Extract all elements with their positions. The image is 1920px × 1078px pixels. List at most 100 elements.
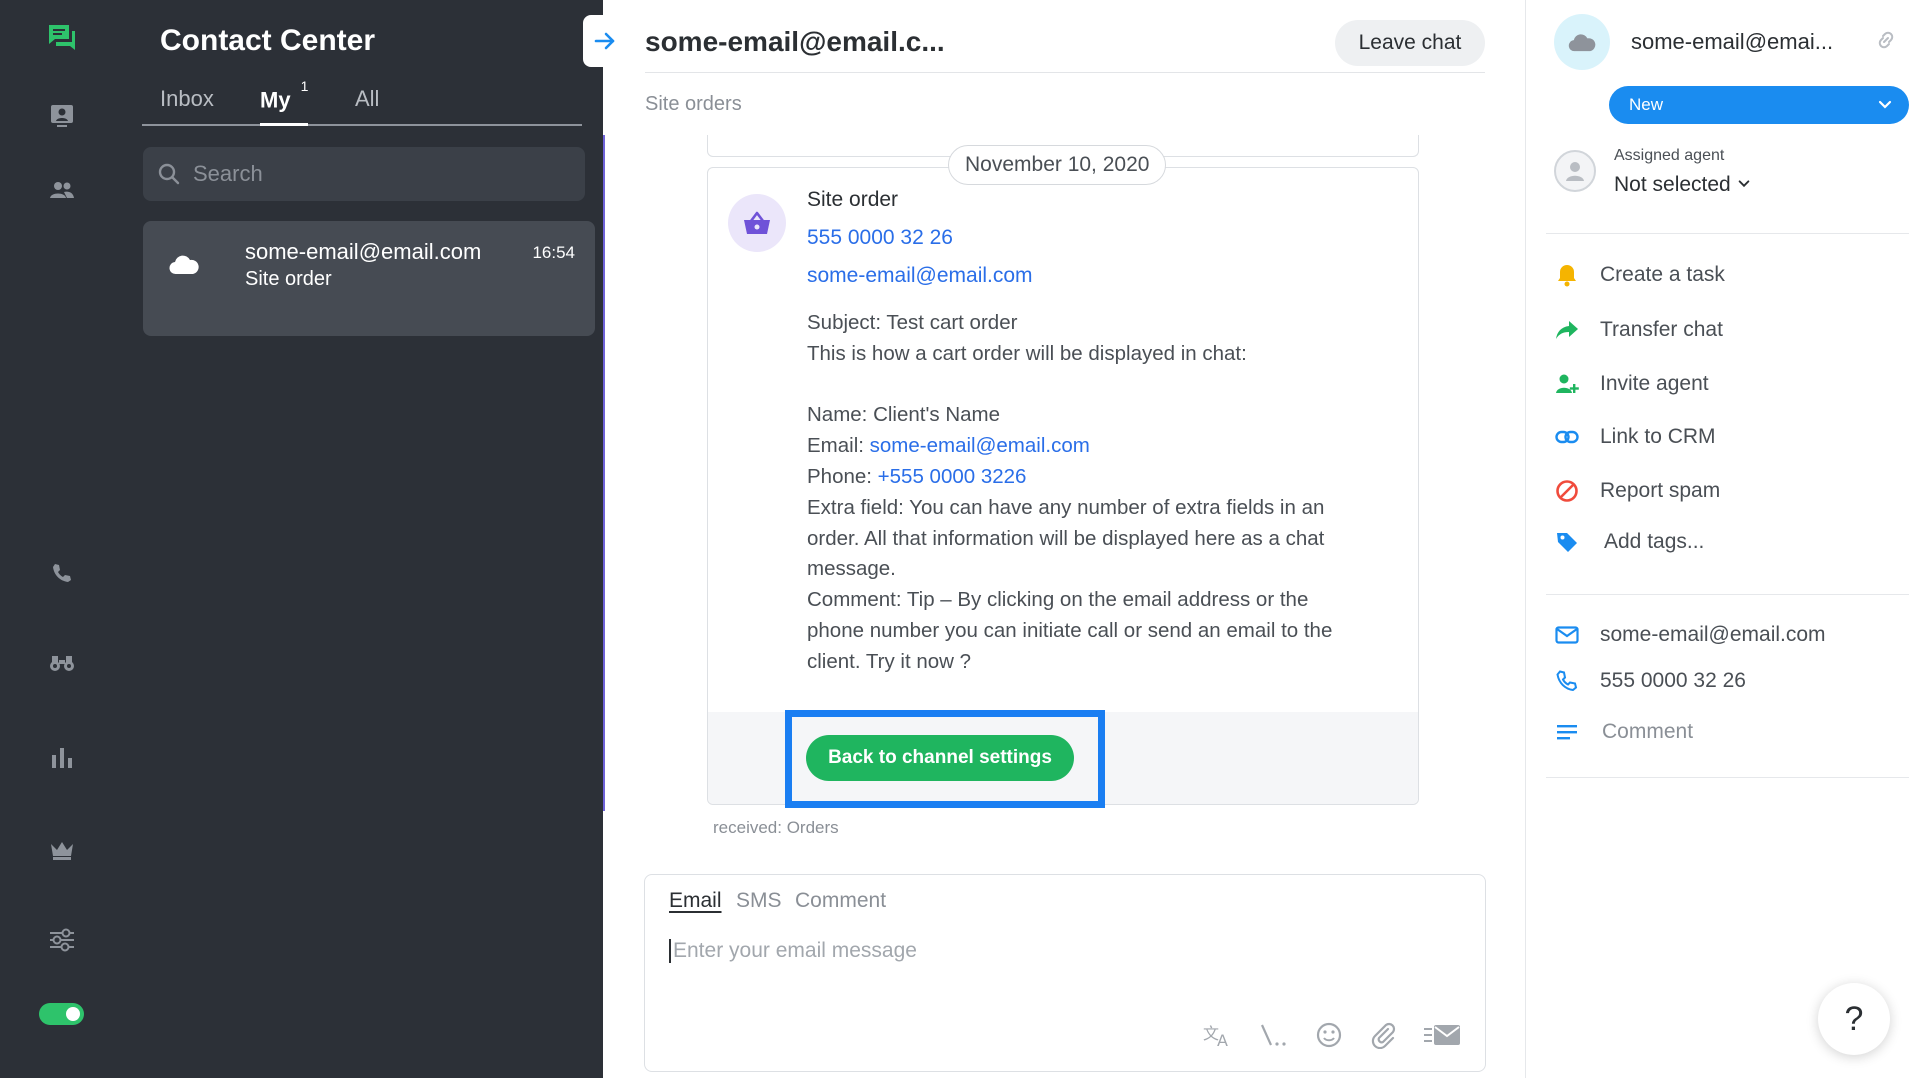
message-composer: Email SMS Comment Enter your email messa…: [644, 874, 1486, 1072]
message-body: Subject: Test cart order This is how a c…: [807, 308, 1397, 678]
body-email-link[interactable]: some-email@email.com: [870, 434, 1090, 457]
link-icon: [1554, 424, 1580, 450]
conversation-item[interactable]: some-email@email.com Site order 16:54: [143, 221, 595, 336]
extra-line-3: message.: [807, 557, 896, 581]
arrow-right-icon: [594, 32, 615, 50]
create-task-label: Create a task: [1600, 263, 1725, 286]
intro-line: This is how a cart order will be display…: [807, 341, 1247, 365]
panel-divider: [1546, 777, 1909, 778]
tab-my-label: My: [260, 87, 291, 113]
invite-agent-action[interactable]: Invite agent: [1554, 371, 1709, 397]
conversation-name: some-email@email.com: [245, 239, 482, 264]
basket-icon: [728, 194, 786, 252]
crown-icon[interactable]: [44, 832, 80, 868]
contact-email-row[interactable]: some-email@email.com: [1554, 622, 1826, 648]
toggle-knob: [66, 1007, 80, 1021]
chevron-down-icon: [1878, 100, 1892, 109]
online-status-toggle[interactable]: [39, 1003, 84, 1025]
back-to-channel-settings-button[interactable]: Back to channel settings: [806, 735, 1074, 781]
subject-line: Subject: Test cart order: [807, 311, 1018, 334]
help-button[interactable]: ?: [1818, 983, 1890, 1055]
chat-subtitle: Site orders: [645, 93, 742, 115]
tab-all[interactable]: All: [355, 86, 379, 112]
team-icon[interactable]: [44, 172, 80, 208]
conversation-time: 16:54: [532, 243, 575, 262]
analytics-icon[interactable]: [44, 740, 80, 776]
binoculars-icon[interactable]: [44, 645, 80, 681]
tab-my[interactable]: My 1: [260, 78, 309, 127]
icon-rail: [0, 0, 123, 1078]
link-to-crm-action[interactable]: Link to CRM: [1554, 424, 1716, 450]
phone-icon[interactable]: [44, 555, 80, 591]
report-spam-label: Report spam: [1600, 479, 1721, 502]
contact-comment: Comment: [1602, 720, 1694, 743]
app-title: Contact Center: [160, 24, 376, 57]
contact-phone: 555 0000 32 26: [1600, 669, 1746, 692]
translate-icon[interactable]: 文A: [1203, 1022, 1233, 1048]
chat-area: some-email@email.c... Leave chat Site or…: [605, 0, 1525, 1078]
chat-logo-icon[interactable]: [44, 20, 80, 56]
add-user-icon: [1554, 371, 1580, 397]
email-line: Email: some-email@email.com: [807, 431, 1397, 462]
contact-phone-row[interactable]: 555 0000 32 26: [1554, 668, 1746, 694]
composer-toolbar: 文A: [1203, 1021, 1461, 1049]
message-email-link[interactable]: some-email@email.com: [807, 264, 1033, 288]
contact-avatar: [1554, 14, 1610, 70]
emoji-icon[interactable]: [1315, 1021, 1343, 1049]
transfer-chat-label: Transfer chat: [1600, 318, 1723, 341]
templates-icon[interactable]: [1259, 1022, 1289, 1048]
envelope-icon: [1554, 622, 1580, 648]
transfer-chat-action[interactable]: Transfer chat: [1554, 317, 1723, 343]
collapse-list-button[interactable]: [583, 15, 627, 67]
status-select[interactable]: New: [1609, 86, 1909, 124]
conversation-tabs: Inbox My 1 All: [142, 78, 582, 127]
assigned-agent-value: Not selected: [1614, 173, 1731, 196]
status-value: New: [1629, 95, 1664, 114]
order-message-card: Site order 555 0000 32 26 some-email@ema…: [707, 167, 1419, 808]
assigned-agent-select[interactable]: Not selected: [1614, 173, 1751, 197]
panel-divider: [1546, 233, 1909, 234]
panel-divider: [1546, 594, 1909, 595]
conversation-subtitle: Site order: [245, 268, 332, 290]
block-icon: [1554, 478, 1580, 504]
share-arrow-icon: [1554, 317, 1580, 343]
composer-tab-comment[interactable]: Comment: [795, 889, 886, 913]
composer-tab-sms[interactable]: SMS: [736, 889, 782, 913]
add-tags-action[interactable]: Add tags...: [1554, 529, 1704, 555]
cloud-avatar-icon: [169, 255, 199, 275]
add-tags-label: Add tags...: [1604, 530, 1705, 553]
tab-inbox[interactable]: Inbox: [160, 86, 214, 112]
search-input[interactable]: Search: [143, 147, 585, 201]
header-divider: [645, 72, 1485, 73]
contact-link-icon[interactable]: [1874, 28, 1898, 57]
name-line: Name: Client's Name: [807, 403, 1001, 427]
send-email-icon[interactable]: [1423, 1022, 1461, 1048]
report-spam-action[interactable]: Report spam: [1554, 478, 1720, 504]
agent-avatar-icon: [1554, 150, 1596, 192]
search-placeholder: Search: [193, 161, 263, 186]
composer-tab-email[interactable]: Email: [669, 889, 722, 913]
leave-chat-button[interactable]: Leave chat: [1335, 20, 1485, 66]
contact-card-icon[interactable]: [44, 98, 80, 134]
comment-lines-icon: [1554, 719, 1580, 745]
svg-text:A: A: [1217, 1031, 1228, 1048]
link-to-crm-label: Link to CRM: [1600, 425, 1716, 448]
contact-name: some-email@emai...: [1631, 29, 1834, 54]
message-title: Site order: [807, 188, 899, 211]
body-phone-link[interactable]: +555 0000 3226: [878, 465, 1027, 488]
attachment-icon[interactable]: [1369, 1021, 1397, 1049]
chat-title: some-email@email.c...: [645, 26, 945, 57]
email-prefix: Email:: [807, 434, 870, 458]
search-icon: [158, 163, 180, 185]
contact-panel: some-email@emai... New Assigned agent No…: [1525, 0, 1920, 1078]
cloud-avatar-icon: [1568, 34, 1596, 52]
message-input[interactable]: Enter your email message: [669, 939, 917, 963]
invite-agent-label: Invite agent: [1600, 372, 1709, 395]
bell-icon: [1554, 262, 1580, 288]
message-phone-link[interactable]: 555 0000 32 26: [807, 226, 953, 250]
contact-comment-row[interactable]: Comment: [1554, 719, 1693, 745]
comment-line-2: phone number you can initiate call or se…: [807, 618, 1333, 642]
tag-icon: [1554, 529, 1580, 555]
create-task-action[interactable]: Create a task: [1554, 262, 1725, 288]
settings-sliders-icon[interactable]: [44, 922, 80, 958]
